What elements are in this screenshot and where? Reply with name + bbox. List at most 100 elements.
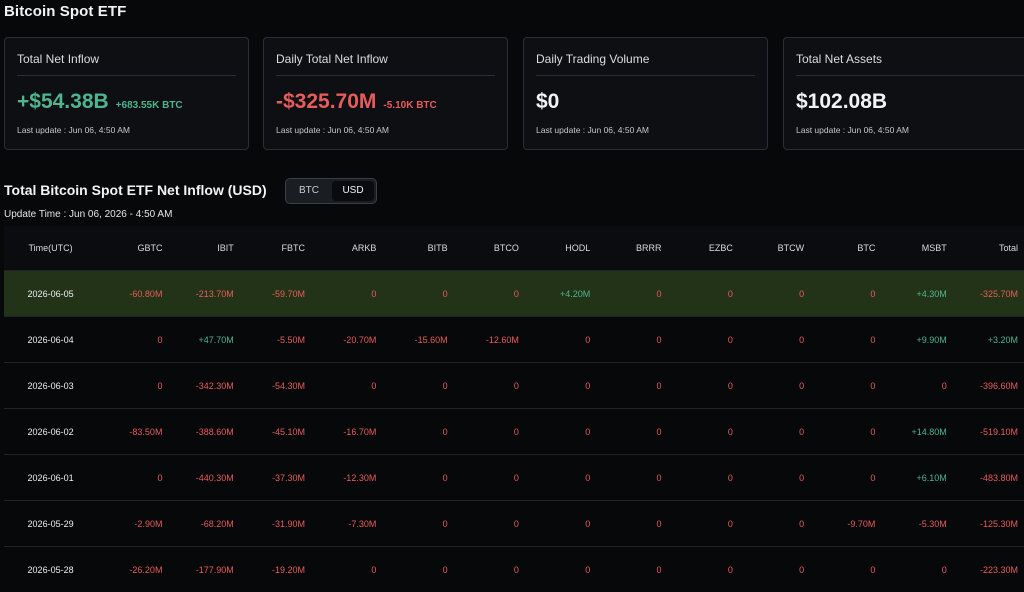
card-sub-value: -5.10K BTC: [383, 100, 437, 111]
value-cell: 0: [442, 564, 448, 575]
value-cell: 0: [727, 426, 733, 437]
value-cell: -60.80M: [129, 288, 163, 299]
value-cell: 0: [157, 380, 163, 391]
card-last-update: Last update : Jun 06, 4:50 AM: [796, 125, 909, 135]
value-cell: 0: [656, 426, 662, 437]
value-cell: -45.10M: [272, 426, 306, 437]
card-divider: [536, 75, 755, 76]
value-cell: +4.20M: [559, 288, 591, 299]
value-cell: 0: [870, 426, 876, 437]
value-cell: 0: [727, 380, 733, 391]
card-divider: [796, 75, 1024, 76]
value-cell: -37.30M: [272, 472, 306, 483]
value-cell: -388.60M: [195, 426, 234, 437]
value-cell: -19.20M: [272, 564, 306, 575]
value-cell: -31.90M: [272, 518, 306, 529]
card-last-update: Last update : Jun 06, 4:50 AM: [536, 125, 649, 135]
value-cell: -342.30M: [195, 380, 234, 391]
table-row[interactable]: 2026-06-02 -83.50M -388.60M -45.10M -16.70M 0…: [4, 408, 1024, 454]
value-cell: 0: [727, 564, 733, 575]
value-cell: -325.70M: [979, 288, 1019, 299]
value-cell: -440.30M: [195, 472, 234, 483]
table-row[interactable]: 2026-05-28 -26.20M -177.90M -19.20M 0 0 0 0 0 0 0 0…: [4, 546, 1024, 592]
value-cell: 0: [799, 472, 805, 483]
value-cell: 0: [157, 472, 163, 483]
toggle-usd-button[interactable]: USD: [332, 181, 374, 201]
table-body: 2026-06-05 -60.80M -213.70M -59.70M 0 0 0 +4.20…: [4, 270, 1024, 592]
column-header: FBTC: [281, 243, 306, 253]
table-row[interactable]: 2026-06-03 0 -342.30M -54.30M 0 0 0 0 0 0 0 0 0 -396.…: [4, 362, 1024, 408]
date-cell: 2026-06-01: [27, 472, 74, 483]
date-cell: 2026-06-04: [27, 334, 74, 345]
value-cell: -59.70M: [272, 288, 306, 299]
table-row[interactable]: 2026-05-29 -2.90M -68.20M -31.90M -7.30M 0 0 0 0…: [4, 500, 1024, 546]
value-cell: +3.20M: [987, 334, 1019, 345]
value-cell: 0: [656, 334, 662, 345]
value-cell: 0: [442, 472, 448, 483]
column-header: MSBT: [921, 243, 947, 253]
value-cell: 0: [442, 518, 448, 529]
date-cell: 2026-05-29: [27, 518, 74, 529]
value-cell: 0: [799, 334, 805, 345]
value-cell: -483.80M: [979, 472, 1019, 483]
value-cell: -213.70M: [195, 288, 234, 299]
value-cell: 0: [870, 564, 876, 575]
column-header: Time(UTC): [28, 243, 73, 253]
card-value: $0: [536, 90, 560, 113]
value-cell: 0: [513, 380, 519, 391]
value-cell: 0: [442, 380, 448, 391]
card-total-net-assets: Total Net Assets $102.08B Last update : …: [783, 37, 1024, 150]
date-cell: 2026-06-03: [27, 380, 74, 391]
value-cell: 0: [941, 564, 947, 575]
value-cell: 0: [585, 426, 591, 437]
column-header: ARKB: [351, 243, 377, 253]
card-divider: [17, 75, 236, 76]
value-cell: 0: [870, 472, 876, 483]
value-cell: 0: [656, 518, 662, 529]
value-cell: -5.30M: [918, 518, 947, 529]
column-header: EZBC: [708, 243, 733, 253]
value-cell: 0: [513, 564, 519, 575]
card-label: Total Net Assets: [796, 52, 883, 66]
value-cell: -223.30M: [979, 564, 1019, 575]
value-cell: 0: [656, 472, 662, 483]
table-row[interactable]: 2026-06-04 0 +47.70M -5.50M -20.70M -15.60M -1…: [4, 316, 1024, 362]
card-label: Daily Trading Volume: [536, 52, 650, 66]
card-last-update: Last update : Jun 06, 4:50 AM: [276, 125, 389, 135]
value-cell: 0: [371, 564, 377, 575]
value-cell: +47.70M: [198, 334, 234, 345]
value-cell: 0: [870, 288, 876, 299]
value-cell: 0: [727, 288, 733, 299]
value-cell: 0: [585, 334, 591, 345]
value-cell: +9.90M: [916, 334, 947, 345]
value-cell: 0: [799, 564, 805, 575]
card-total-net-inflow: Total Net Inflow +$54.38B +683.55K BTC L…: [4, 37, 249, 150]
value-cell: 0: [371, 380, 377, 391]
value-cell: 0: [799, 518, 805, 529]
toggle-btc-button[interactable]: BTC: [289, 181, 329, 201]
value-cell: 0: [371, 288, 377, 299]
value-cell: -26.20M: [129, 564, 163, 575]
value-cell: -12.60M: [485, 334, 519, 345]
value-cell: 0: [513, 288, 519, 299]
column-header: BTC: [857, 243, 876, 253]
value-cell: 0: [870, 380, 876, 391]
value-cell: 0: [799, 380, 805, 391]
value-cell: -83.50M: [129, 426, 163, 437]
value-cell: -396.60M: [979, 380, 1019, 391]
date-cell: 2026-06-02: [27, 426, 74, 437]
table-row[interactable]: 2026-06-05 -60.80M -213.70M -59.70M 0 0 0 +4.20…: [4, 270, 1024, 316]
value-cell: 0: [941, 380, 947, 391]
value-cell: -7.30M: [348, 518, 377, 529]
value-cell: 0: [656, 380, 662, 391]
card-divider: [276, 75, 495, 76]
card-label: Daily Total Net Inflow: [276, 52, 388, 66]
value-cell: -15.60M: [414, 334, 448, 345]
card-sub-value: +683.55K BTC: [115, 100, 183, 111]
column-header: BTCO: [493, 243, 519, 253]
card-last-update: Last update : Jun 06, 4:50 AM: [17, 125, 130, 135]
table-row[interactable]: 2026-06-01 0 -440.30M -37.30M -12.30M 0 0 0 0 0 0 0…: [4, 454, 1024, 500]
value-cell: 0: [585, 380, 591, 391]
value-cell: -125.30M: [979, 518, 1019, 529]
currency-toggle: BTC USD: [285, 178, 377, 204]
